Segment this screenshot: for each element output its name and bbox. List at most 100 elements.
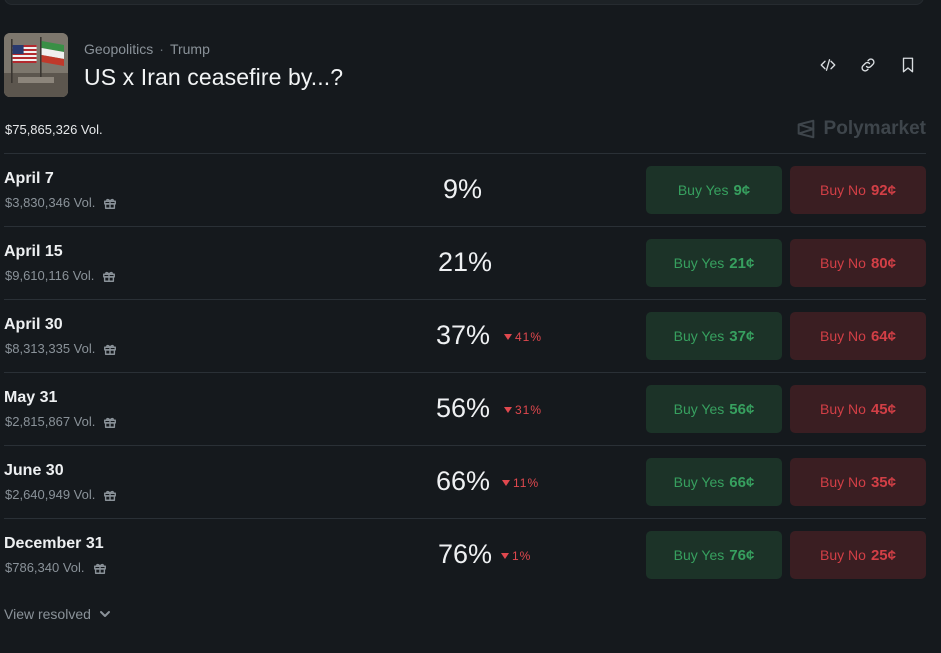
polymarket-logo-icon <box>797 119 814 139</box>
bookmark-button[interactable] <box>898 55 918 75</box>
header-actions <box>818 55 918 75</box>
probability-change-value: 31% <box>515 403 543 417</box>
buy-yes-label: Buy Yes <box>673 401 725 417</box>
bookmark-icon <box>902 57 914 73</box>
buy-yes-button[interactable]: Buy Yes 56¢ <box>646 385 782 433</box>
outcome-probability: 9% <box>443 174 483 204</box>
probability-change: 41% <box>504 330 542 344</box>
probability-cell: 37% 41% <box>424 318 544 354</box>
view-resolved-label: View resolved <box>4 606 91 622</box>
buy-yes-button[interactable]: Buy Yes 21¢ <box>646 239 782 287</box>
chevron-down-icon <box>99 611 110 617</box>
market-title: US x Iran ceasefire by...? <box>84 64 344 90</box>
probability-change: 1% <box>501 549 531 563</box>
buy-yes-label: Buy Yes <box>673 474 725 490</box>
market-thumbnail <box>4 33 68 97</box>
polymarket-logo[interactable]: Polymarket <box>795 118 926 140</box>
view-resolved-button[interactable]: View resolved <box>4 606 111 622</box>
outcome-volume: $2,640,949 Vol. <box>5 487 117 502</box>
buy-yes-label: Buy Yes <box>673 328 725 344</box>
gift-icon <box>93 563 106 574</box>
outcome-date: April 7 <box>4 170 54 187</box>
breadcrumb-subcategory[interactable]: Trump <box>170 41 210 57</box>
outcome-row[interactable]: April 7 $3,830,346 Vol. 9% Buy Yes 9¢ Bu… <box>4 153 926 226</box>
gift-icon <box>104 490 117 501</box>
outcome-row[interactable]: May 31 $2,815,867 Vol. 56% 31% Buy Yes 5… <box>4 372 926 445</box>
probability-change-value: 1% <box>512 549 532 563</box>
outcome-volume-text: $9,610,116 Vol. <box>5 268 95 283</box>
market-header: Geopolitics · Trump US x Iran ceasefire … <box>4 33 926 97</box>
outcome-probability: 37% <box>436 320 491 350</box>
breadcrumb-category[interactable]: Geopolitics <box>84 41 153 57</box>
probability-cell: 56% 31% <box>424 391 544 427</box>
buy-no-button[interactable]: Buy No 80¢ <box>790 239 926 287</box>
down-triangle-icon <box>501 553 509 559</box>
outcome-row[interactable]: April 15 $9,610,116 Vol. 21% Buy Yes 21¢… <box>4 226 926 299</box>
outcome-date: May 31 <box>4 389 58 406</box>
outcome-date: April 15 <box>4 243 63 260</box>
probability-cell: 21% <box>424 245 544 281</box>
breadcrumb-separator: · <box>159 41 164 57</box>
brand-name: Polymarket <box>823 118 926 139</box>
buy-yes-label: Buy Yes <box>677 182 729 198</box>
outcome-row[interactable]: April 30 $8,313,335 Vol. 37% 41% Buy Yes… <box>4 299 926 372</box>
down-triangle-icon <box>502 480 510 486</box>
total-volume: $75,865,326 Vol. <box>5 122 103 137</box>
copy-link-button[interactable] <box>858 55 878 75</box>
buy-yes-label: Buy Yes <box>673 547 725 563</box>
outcome-volume-text: $786,340 Vol. <box>5 560 85 575</box>
outcome-date: April 30 <box>4 316 63 333</box>
down-triangle-icon <box>504 407 512 413</box>
embed-code-button[interactable] <box>818 55 838 75</box>
buy-yes-button[interactable]: Buy Yes 66¢ <box>646 458 782 506</box>
buy-no-price: 64¢ <box>870 327 896 345</box>
outcome-list: April 7 $3,830,346 Vol. 9% Buy Yes 9¢ Bu… <box>4 153 926 591</box>
buy-yes-price: 21¢ <box>729 254 755 272</box>
probability-change: 11% <box>502 476 539 490</box>
outcome-probability: 56% <box>436 393 491 423</box>
probability-cell: 9% <box>424 172 544 208</box>
buy-no-price: 80¢ <box>870 254 896 272</box>
buy-yes-button[interactable]: Buy Yes 37¢ <box>646 312 782 360</box>
outcome-row[interactable]: December 31 $786,340 Vol. 76% 1% Buy Yes… <box>4 518 926 591</box>
search-bar-edge[interactable] <box>4 0 924 5</box>
outcome-date: June 30 <box>4 462 64 479</box>
probability-cell: 66% 11% <box>424 464 544 500</box>
buy-no-button[interactable]: Buy No 25¢ <box>790 531 926 579</box>
buy-yes-button[interactable]: Buy Yes 76¢ <box>646 531 782 579</box>
buy-no-label: Buy No <box>820 547 866 563</box>
buy-no-label: Buy No <box>820 328 866 344</box>
buy-no-label: Buy No <box>820 255 866 271</box>
flags-image <box>4 33 68 97</box>
buy-yes-price: 56¢ <box>729 400 755 418</box>
breadcrumb: Geopolitics · Trump <box>84 41 210 57</box>
gift-icon <box>104 198 117 209</box>
buy-no-label: Buy No <box>820 182 866 198</box>
outcome-volume: $8,313,335 Vol. <box>5 341 117 356</box>
buy-no-button[interactable]: Buy No 35¢ <box>790 458 926 506</box>
link-icon <box>861 58 875 72</box>
buy-no-button[interactable]: Buy No 92¢ <box>790 166 926 214</box>
outcome-volume-text: $8,313,335 Vol. <box>5 341 96 356</box>
outcome-volume-text: $3,830,346 Vol. <box>5 195 96 210</box>
buy-no-price: 35¢ <box>870 473 896 491</box>
outcome-volume-text: $2,815,867 Vol. <box>5 414 96 429</box>
down-triangle-icon <box>504 334 512 340</box>
buy-yes-price: 76¢ <box>729 546 755 564</box>
buy-yes-button[interactable]: Buy Yes 9¢ <box>646 166 782 214</box>
outcome-date: December 31 <box>4 535 104 552</box>
outcome-volume: $3,830,346 Vol. <box>5 195 117 210</box>
outcome-probability: 21% <box>438 247 493 277</box>
buy-no-button[interactable]: Buy No 45¢ <box>790 385 926 433</box>
buy-no-price: 45¢ <box>870 400 896 418</box>
outcome-volume: $9,610,116 Vol. <box>5 268 116 283</box>
outcome-volume-text: $2,640,949 Vol. <box>5 487 96 502</box>
buy-yes-label: Buy Yes <box>673 255 725 271</box>
embed-code-icon <box>820 59 836 71</box>
probability-change-value: 11% <box>513 476 540 490</box>
buy-no-button[interactable]: Buy No 64¢ <box>790 312 926 360</box>
buy-no-price: 25¢ <box>870 546 896 564</box>
outcome-row[interactable]: June 30 $2,640,949 Vol. 66% 11% Buy Yes … <box>4 445 926 518</box>
probability-change: 31% <box>504 403 542 417</box>
gift-icon <box>104 344 117 355</box>
